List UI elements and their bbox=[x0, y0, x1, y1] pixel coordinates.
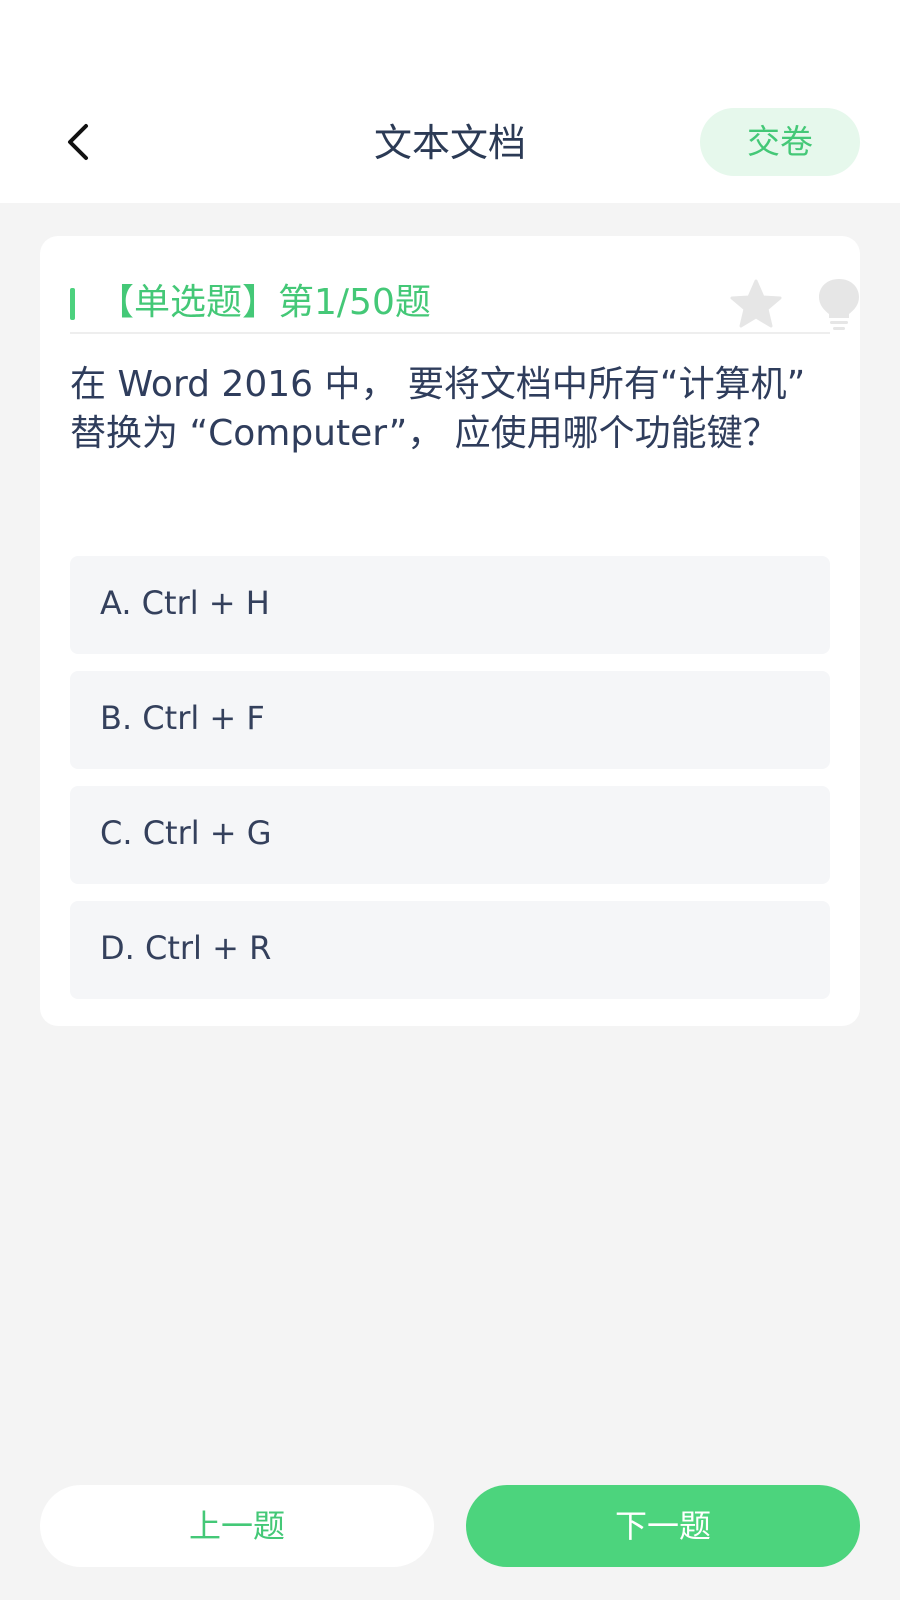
question-progress: 第1/50题 bbox=[278, 282, 431, 323]
options-list: A. Ctrl + H B. Ctrl + F C. Ctrl + G D. C… bbox=[70, 556, 830, 1016]
option-b[interactable]: B. Ctrl + F bbox=[70, 671, 830, 769]
question-header: 【单选题】第1/50题 bbox=[70, 258, 859, 330]
question-type: 【单选题】 bbox=[98, 282, 279, 323]
divider bbox=[70, 332, 830, 334]
option-d[interactable]: D. Ctrl + R bbox=[70, 901, 830, 999]
next-question-button[interactable]: 下一题 bbox=[466, 1485, 860, 1567]
option-label: C. Ctrl + G bbox=[100, 814, 272, 852]
option-a[interactable]: A. Ctrl + H bbox=[70, 556, 830, 654]
question-type-label: 【单选题】第1/50题 bbox=[98, 278, 431, 328]
favorite-button[interactable] bbox=[728, 278, 784, 330]
hint-button[interactable] bbox=[816, 276, 862, 332]
star-icon bbox=[730, 279, 782, 328]
option-label: A. Ctrl + H bbox=[100, 584, 270, 622]
option-label: D. Ctrl + R bbox=[100, 929, 272, 967]
chevron-left-icon bbox=[68, 124, 88, 160]
option-label: B. Ctrl + F bbox=[100, 699, 265, 737]
back-button[interactable] bbox=[58, 118, 98, 166]
header-bar: 文本文档 交卷 bbox=[0, 0, 900, 203]
lightbulb-icon bbox=[819, 279, 859, 330]
previous-question-button[interactable]: 上一题 bbox=[40, 1485, 434, 1567]
quiz-page: 文本文档 交卷 【单选题】第1/50题 在 Word 2016 中， 要将文档中… bbox=[0, 0, 900, 1600]
question-text: 在 Word 2016 中， 要将文档中所有“计算机” 替换为 “Compute… bbox=[70, 364, 806, 454]
question-card: 【单选题】第1/50题 在 Word 2016 中， 要将文档中所有“计算机” … bbox=[40, 236, 860, 1026]
option-c[interactable]: C. Ctrl + G bbox=[70, 786, 830, 884]
submit-exam-button[interactable]: 交卷 bbox=[700, 108, 860, 176]
page-title: 文本文档 bbox=[373, 121, 526, 165]
accent-bar bbox=[70, 288, 75, 320]
